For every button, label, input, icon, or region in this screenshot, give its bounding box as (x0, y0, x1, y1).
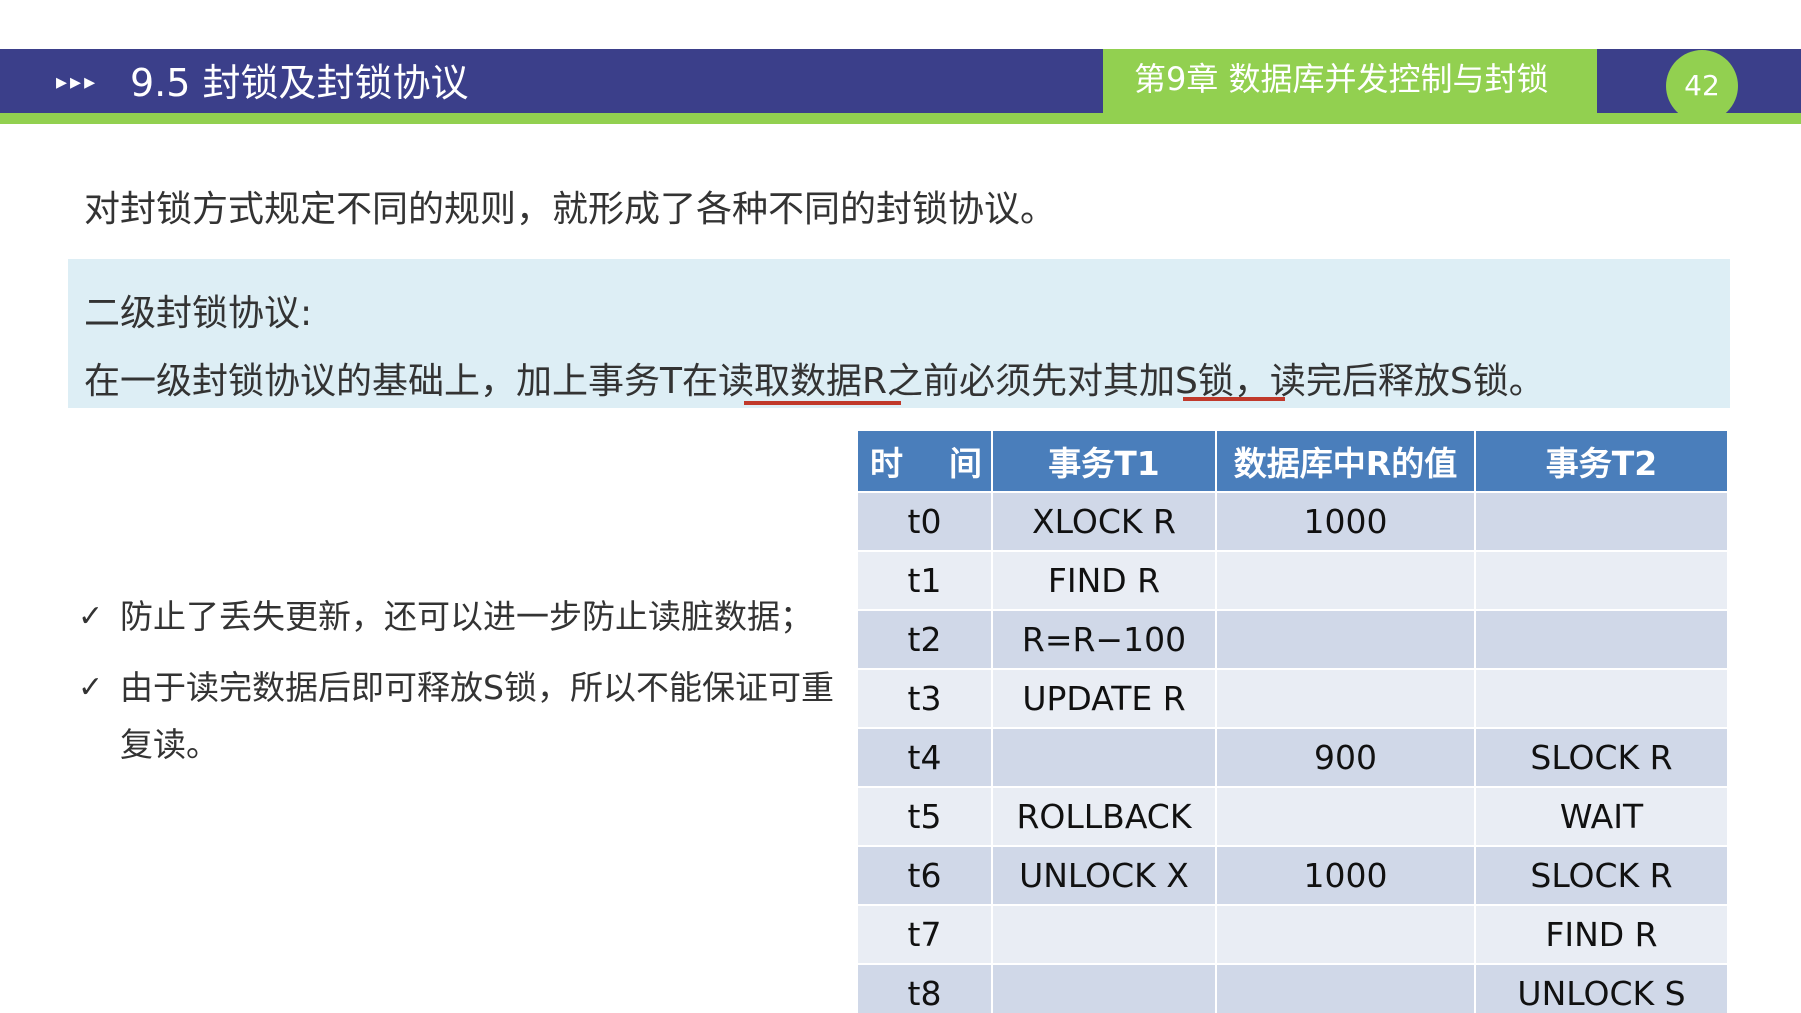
cell-t1: ROLLBACK (991, 786, 1217, 847)
header-value: 数据库中R的值 (1215, 429, 1476, 493)
protocol-desc-highlight-read: 读取数据R (718, 361, 888, 402)
transaction-table: 时 间 事务T1 数据库中R的值 事务T2 t0 XLOCK R 1000 t1… (856, 429, 1727, 1013)
header-t2: 事务T2 (1474, 429, 1727, 493)
red-underline-read (744, 401, 901, 405)
table-row: t6 UNLOCK X 1000 SLOCK R (856, 845, 1727, 906)
cell-value: 1000 (1215, 845, 1476, 906)
header-accent-line (0, 113, 1801, 124)
cell-t2: UNLOCK S (1474, 963, 1727, 1013)
cell-value (1215, 668, 1476, 729)
cell-t2 (1474, 609, 1727, 670)
cell-t1 (991, 963, 1217, 1013)
triple-arrow-icon: ▸▸▸ (56, 70, 99, 95)
table-row: t0 XLOCK R 1000 (856, 491, 1727, 552)
cell-time: t2 (856, 609, 993, 670)
cell-value: 900 (1215, 727, 1476, 788)
cell-value (1215, 786, 1476, 847)
cell-time: t6 (856, 845, 993, 906)
bullet-item: ✓ 防止了丢失更新，还可以进一步防止读脏数据； (74, 588, 834, 645)
table-row: t2 R=R−100 (856, 609, 1727, 670)
table-row: t4 900 SLOCK R (856, 727, 1727, 788)
header-t1: 事务T1 (991, 429, 1217, 493)
cell-t2 (1474, 491, 1727, 552)
table-row: t8 UNLOCK S (856, 963, 1727, 1013)
bullet-text: 防止了丢失更新，还可以进一步防止读脏数据； (120, 597, 813, 636)
cell-t2: SLOCK R (1474, 727, 1727, 788)
cell-value (1215, 904, 1476, 965)
chapter-title: 第9章 数据库并发控制与封锁 (1134, 60, 1549, 98)
cell-value (1215, 963, 1476, 1013)
cell-t2: SLOCK R (1474, 845, 1727, 906)
table-header-row: 时 间 事务T1 数据库中R的值 事务T2 (856, 429, 1727, 493)
section-title: 9.5 封锁及封锁协议 (130, 61, 469, 105)
cell-t1: R=R−100 (991, 609, 1217, 670)
cell-t1: FIND R (991, 550, 1217, 611)
page-number: 42 (1666, 50, 1738, 122)
red-underline-slock (1183, 397, 1285, 401)
cell-time: t4 (856, 727, 993, 788)
check-icon: ✓ (78, 670, 104, 705)
table-row: t5 ROLLBACK WAIT (856, 786, 1727, 847)
cell-t1 (991, 727, 1217, 788)
cell-time: t1 (856, 550, 993, 611)
cell-time: t7 (856, 904, 993, 965)
cell-time: t5 (856, 786, 993, 847)
bullet-text: 由于读完数据后即可释放S锁，所以不能保证可重复读。 (120, 668, 834, 764)
cell-t2 (1474, 668, 1727, 729)
table-row: t3 UPDATE R (856, 668, 1727, 729)
cell-t2 (1474, 550, 1727, 611)
cell-t1: UPDATE R (991, 668, 1217, 729)
cell-time: t3 (856, 668, 993, 729)
protocol-desc-part: 之前必须先对其 (887, 361, 1140, 402)
cell-time: t8 (856, 963, 993, 1013)
protocol-desc-part: ，读完后释放S锁。 (1233, 361, 1545, 402)
check-icon: ✓ (78, 599, 104, 634)
protocol-desc-highlight-slock: 加S锁 (1139, 361, 1234, 402)
cell-t1: XLOCK R (991, 491, 1217, 552)
cell-t2: FIND R (1474, 904, 1727, 965)
cell-time: t0 (856, 491, 993, 552)
intro-text: 对封锁方式规定不同的规则，就形成了各种不同的封锁协议。 (84, 189, 1057, 230)
cell-value (1215, 609, 1476, 670)
table-row: t7 FIND R (856, 904, 1727, 965)
bullet-item: ✓ 由于读完数据后即可释放S锁，所以不能保证可重复读。 (74, 659, 834, 773)
protocol-desc-part: 在一级封锁协议的基础上，加上事务T在 (84, 361, 718, 402)
protocol-description: 在一级封锁协议的基础上，加上事务T在读取数据R之前必须先对其加S锁，读完后释放S… (84, 352, 1545, 404)
bullet-list: ✓ 防止了丢失更新，还可以进一步防止读脏数据； ✓ 由于读完数据后即可释放S锁，… (74, 588, 834, 773)
cell-t1 (991, 904, 1217, 965)
cell-t2: WAIT (1474, 786, 1727, 847)
header-time: 时 间 (856, 429, 993, 493)
cell-value (1215, 550, 1476, 611)
cell-value: 1000 (1215, 491, 1476, 552)
table-row: t1 FIND R (856, 550, 1727, 611)
cell-t1: UNLOCK X (991, 845, 1217, 906)
protocol-title: 二级封锁协议: (84, 293, 313, 334)
